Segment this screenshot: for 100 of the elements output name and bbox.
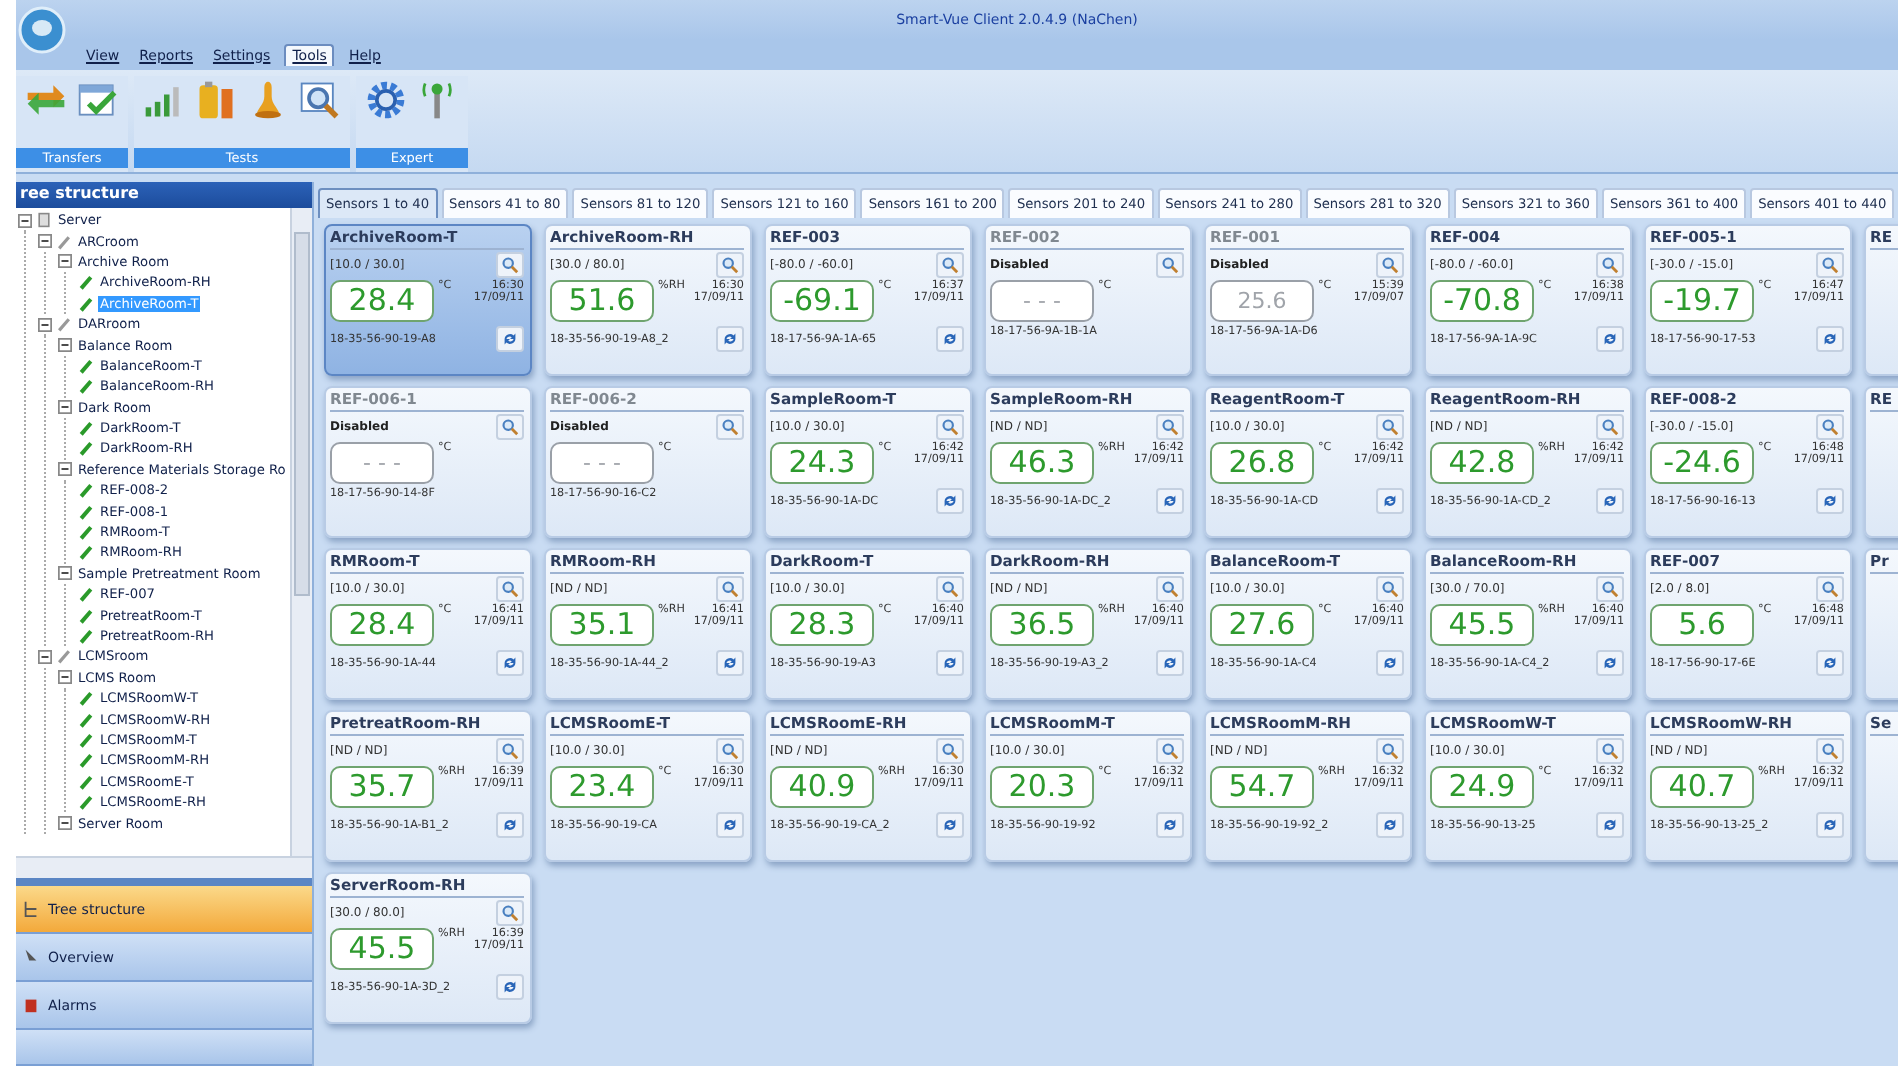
- refresh-button[interactable]: [1376, 488, 1404, 514]
- refresh-button[interactable]: [936, 650, 964, 676]
- value-display: 25.6: [1210, 280, 1314, 322]
- refresh-button[interactable]: [1156, 812, 1184, 838]
- refresh-button[interactable]: [496, 650, 524, 676]
- collapse-toggle-icon[interactable]: [38, 234, 52, 249]
- search-button[interactable]: [1596, 576, 1624, 602]
- magnifier-window-icon[interactable]: [298, 78, 342, 122]
- search-icon: [500, 904, 520, 922]
- collapse-toggle-icon[interactable]: [38, 317, 52, 332]
- collapse-toggle-icon[interactable]: [38, 649, 52, 664]
- value-display: 45.5: [330, 928, 434, 970]
- refresh-button[interactable]: [936, 812, 964, 838]
- value-display: 20.3: [990, 766, 1094, 808]
- search-button[interactable]: [1156, 738, 1184, 764]
- refresh-button[interactable]: [1376, 650, 1404, 676]
- refresh-button[interactable]: [1596, 650, 1624, 676]
- search-button[interactable]: [496, 576, 524, 602]
- refresh-button[interactable]: [1376, 812, 1404, 838]
- refresh-icon: [1380, 654, 1400, 672]
- search-icon: [500, 418, 520, 436]
- search-button[interactable]: [1376, 414, 1404, 440]
- collapse-toggle-icon[interactable]: [58, 816, 72, 831]
- battery-icon[interactable]: [194, 78, 238, 122]
- search-button[interactable]: [496, 900, 524, 926]
- pointer-icon: [22, 948, 40, 966]
- search-button[interactable]: [1596, 414, 1624, 440]
- refresh-button[interactable]: [1596, 812, 1624, 838]
- search-button[interactable]: [1816, 738, 1844, 764]
- search-button[interactable]: [716, 738, 744, 764]
- collapse-toggle-icon[interactable]: [58, 254, 72, 269]
- value-display: 28.4: [330, 604, 434, 646]
- value-display: 42.8: [1430, 442, 1534, 484]
- search-icon: [1820, 418, 1840, 436]
- search-button[interactable]: [936, 576, 964, 602]
- collapse-toggle-icon[interactable]: [58, 566, 72, 581]
- collapse-toggle-icon[interactable]: [58, 670, 72, 685]
- refresh-button[interactable]: [1816, 650, 1844, 676]
- value-display: - - -: [330, 442, 434, 484]
- refresh-icon: [1600, 492, 1620, 510]
- value-display: 23.4: [550, 766, 654, 808]
- search-button[interactable]: [1156, 576, 1184, 602]
- search-icon: [720, 418, 740, 436]
- refresh-button[interactable]: [1156, 488, 1184, 514]
- search-button[interactable]: [1376, 576, 1404, 602]
- value-display: - - -: [550, 442, 654, 484]
- search-button[interactable]: [1156, 414, 1184, 440]
- refresh-button[interactable]: [936, 326, 964, 352]
- refresh-icon: [940, 330, 960, 348]
- collapse-toggle-icon[interactable]: [58, 462, 72, 477]
- refresh-button[interactable]: [1816, 488, 1844, 514]
- refresh-button[interactable]: [716, 812, 744, 838]
- gear-icon[interactable]: [364, 78, 408, 122]
- refresh-button[interactable]: [936, 488, 964, 514]
- scrollbar[interactable]: [16, 856, 312, 878]
- search-icon: [1380, 418, 1400, 436]
- search-button[interactable]: [496, 738, 524, 764]
- refresh-button[interactable]: [1816, 326, 1844, 352]
- splitter-handle[interactable]: [16, 878, 312, 886]
- search-button[interactable]: [716, 576, 744, 602]
- refresh-button[interactable]: [716, 650, 744, 676]
- scroll-thumb[interactable]: [294, 232, 310, 596]
- refresh-button[interactable]: [716, 326, 744, 352]
- collapse-toggle-icon[interactable]: [18, 213, 32, 228]
- refresh-button[interactable]: [1816, 812, 1844, 838]
- refresh-icon: [1600, 330, 1620, 348]
- search-button[interactable]: [1816, 414, 1844, 440]
- search-button[interactable]: [1596, 252, 1624, 278]
- probe-icon: [56, 233, 72, 250]
- search-icon: [1820, 256, 1840, 274]
- window-check-icon[interactable]: [76, 78, 120, 122]
- search-icon: [1380, 742, 1400, 760]
- search-button[interactable]: [936, 738, 964, 764]
- search-button[interactable]: [716, 252, 744, 278]
- value-display: -69.1: [770, 280, 874, 322]
- search-button[interactable]: [936, 414, 964, 440]
- refresh-icon: [500, 654, 520, 672]
- refresh-button[interactable]: [1596, 488, 1624, 514]
- search-button[interactable]: [1816, 576, 1844, 602]
- refresh-button[interactable]: [1156, 650, 1184, 676]
- value-display: 46.3: [990, 442, 1094, 484]
- search-icon: [720, 256, 740, 274]
- refresh-icon: [720, 330, 740, 348]
- refresh-button[interactable]: [496, 326, 524, 352]
- search-button[interactable]: [936, 252, 964, 278]
- refresh-button[interactable]: [1596, 326, 1624, 352]
- search-button[interactable]: [1376, 738, 1404, 764]
- scrollbar[interactable]: [290, 208, 312, 856]
- value-display: - - -: [990, 280, 1094, 322]
- value-display: -24.6: [1650, 442, 1754, 484]
- search-icon: [1160, 256, 1180, 274]
- refresh-icon: [940, 492, 960, 510]
- search-button[interactable]: [1816, 252, 1844, 278]
- refresh-button[interactable]: [496, 812, 524, 838]
- collapse-toggle-icon[interactable]: [58, 400, 72, 415]
- search-button[interactable]: [1596, 738, 1624, 764]
- refresh-button[interactable]: [496, 974, 524, 1000]
- collapse-toggle-icon[interactable]: [58, 338, 72, 353]
- search-icon: [940, 418, 960, 436]
- search-button[interactable]: [496, 252, 524, 278]
